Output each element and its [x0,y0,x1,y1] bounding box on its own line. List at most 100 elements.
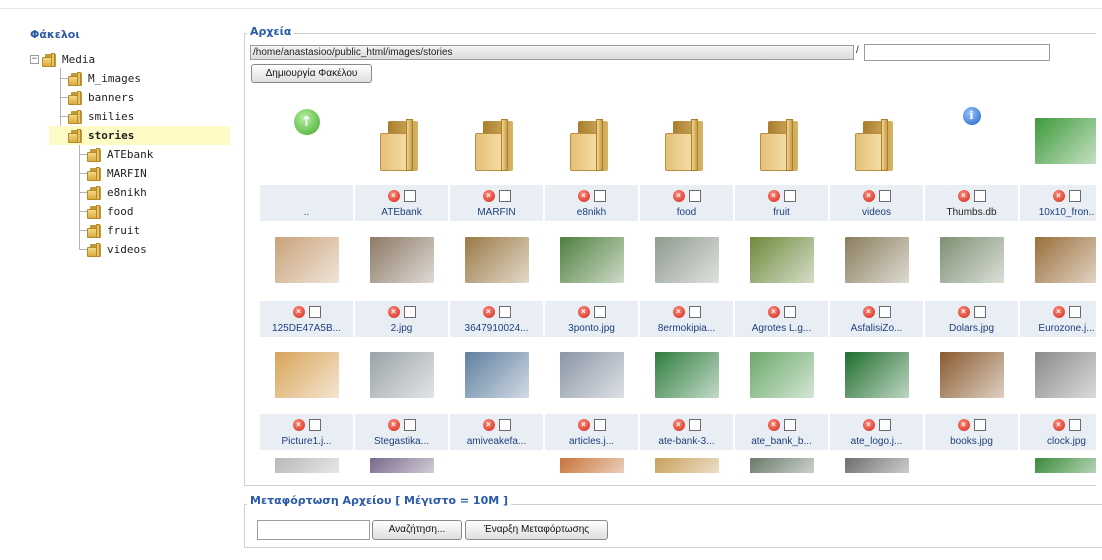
file-thumbnail[interactable] [260,337,353,412]
delete-icon[interactable]: × [767,190,780,202]
file-name[interactable]: food [640,207,733,218]
file-name[interactable]: AsfalisiZo... [830,323,923,334]
select-checkbox[interactable] [973,419,986,431]
select-checkbox[interactable] [688,306,701,318]
file-thumbnail[interactable] [735,337,828,412]
tree-item-marfin[interactable]: MARFIN [87,164,147,183]
upload-file-input[interactable] [257,520,370,540]
file-thumbnail[interactable] [830,450,923,473]
delete-icon[interactable]: × [577,419,590,431]
select-checkbox[interactable] [1068,306,1081,318]
tree-item-atebank[interactable]: ATEbank [87,145,153,164]
select-checkbox[interactable] [783,306,796,318]
file-name[interactable]: ate_logo.j... [830,436,923,447]
select-checkbox[interactable] [498,190,511,202]
file-name[interactable]: Stegastika... [355,436,448,447]
delete-icon[interactable]: × [767,419,780,431]
file-name[interactable]: amiveakefa... [450,436,543,447]
select-checkbox[interactable] [403,306,416,318]
select-checkbox[interactable] [1068,419,1081,431]
root-collapse-toggle[interactable]: − [30,55,39,64]
delete-icon[interactable]: × [957,306,970,318]
file-thumbnail[interactable] [735,450,828,473]
file-name[interactable]: fruit [735,207,828,218]
file-thumbnail[interactable] [450,450,543,473]
delete-icon[interactable]: × [957,190,970,202]
file-thumbnail[interactable] [640,450,733,473]
select-checkbox[interactable] [973,306,986,318]
file-thumbnail[interactable] [925,450,1018,473]
file-thumbnail[interactable] [925,221,1018,299]
delete-icon[interactable]: × [672,190,685,202]
delete-icon[interactable]: × [482,306,495,318]
file-name[interactable]: Picture1.j... [260,436,353,447]
browse-button[interactable]: Αναζήτηση... [372,520,462,540]
create-folder-button[interactable]: Δημιουργία Φακέλου [251,64,372,83]
file-thumbnail[interactable] [545,221,638,299]
file-thumbnail[interactable] [640,99,733,183]
tree-item-stories[interactable]: stories [49,126,230,145]
file-name[interactable]: Dolars.jpg [925,323,1018,334]
delete-icon[interactable]: × [1052,419,1065,431]
file-thumbnail[interactable] [735,99,828,183]
select-checkbox[interactable] [783,419,796,431]
file-thumbnail[interactable] [1020,99,1102,183]
file-name[interactable]: clock.jpg [1020,436,1102,447]
delete-icon[interactable]: × [292,306,305,318]
select-checkbox[interactable] [593,419,606,431]
delete-icon[interactable]: × [1052,306,1065,318]
file-name[interactable]: .. [260,207,353,218]
new-folder-name-input[interactable] [864,44,1050,61]
file-thumbnail[interactable] [830,99,923,183]
file-thumbnail[interactable] [450,337,543,412]
delete-icon[interactable]: × [672,306,685,318]
file-thumbnail[interactable] [925,337,1018,412]
file-name[interactable]: 8ermokipia... [640,323,733,334]
select-checkbox[interactable] [403,419,416,431]
select-checkbox[interactable] [688,190,701,202]
file-thumbnail[interactable] [355,221,448,299]
file-thumbnail[interactable] [735,221,828,299]
tree-item-e8nikh[interactable]: e8nikh [87,183,147,202]
select-checkbox[interactable] [498,306,511,318]
file-thumbnail[interactable] [545,337,638,412]
delete-icon[interactable]: × [957,419,970,431]
select-checkbox[interactable] [308,306,321,318]
file-name[interactable]: 3647910024... [450,323,543,334]
file-name[interactable]: videos [830,207,923,218]
select-checkbox[interactable] [593,190,606,202]
delete-icon[interactable]: × [577,306,590,318]
delete-icon[interactable]: × [577,190,590,202]
file-name[interactable]: ate-bank-3... [640,436,733,447]
file-name[interactable]: 2.jpg [355,323,448,334]
tree-item-food[interactable]: food [87,202,134,221]
file-thumbnail[interactable] [545,99,638,183]
file-name[interactable]: MARFIN [450,207,543,218]
file-thumbnail[interactable] [355,99,448,183]
select-checkbox[interactable] [403,190,416,202]
select-checkbox[interactable] [878,306,891,318]
delete-icon[interactable]: × [482,190,495,202]
file-thumbnail[interactable] [640,337,733,412]
select-checkbox[interactable] [878,190,891,202]
delete-icon[interactable]: × [387,306,400,318]
delete-icon[interactable]: × [482,419,495,431]
file-thumbnail[interactable]: ↑ [260,99,353,183]
file-thumbnail[interactable] [545,450,638,473]
file-name[interactable]: articles.j... [545,436,638,447]
file-thumbnail[interactable] [355,450,448,473]
tree-item-banners[interactable]: banners [68,88,134,107]
select-checkbox[interactable] [878,419,891,431]
select-checkbox[interactable] [1068,190,1081,202]
delete-icon[interactable]: × [767,306,780,318]
select-checkbox[interactable] [498,419,511,431]
tree-item-media[interactable]: Media [42,50,95,69]
file-thumbnail[interactable] [830,337,923,412]
file-thumbnail[interactable] [260,450,353,473]
delete-icon[interactable]: × [862,190,875,202]
delete-icon[interactable]: × [292,419,305,431]
current-path-field[interactable]: /home/anastasioo/public_html/images/stor… [250,45,854,60]
file-thumbnail[interactable] [1020,337,1102,412]
file-name[interactable]: Thumbs.db [925,207,1018,218]
file-name[interactable]: ATEbank [355,207,448,218]
